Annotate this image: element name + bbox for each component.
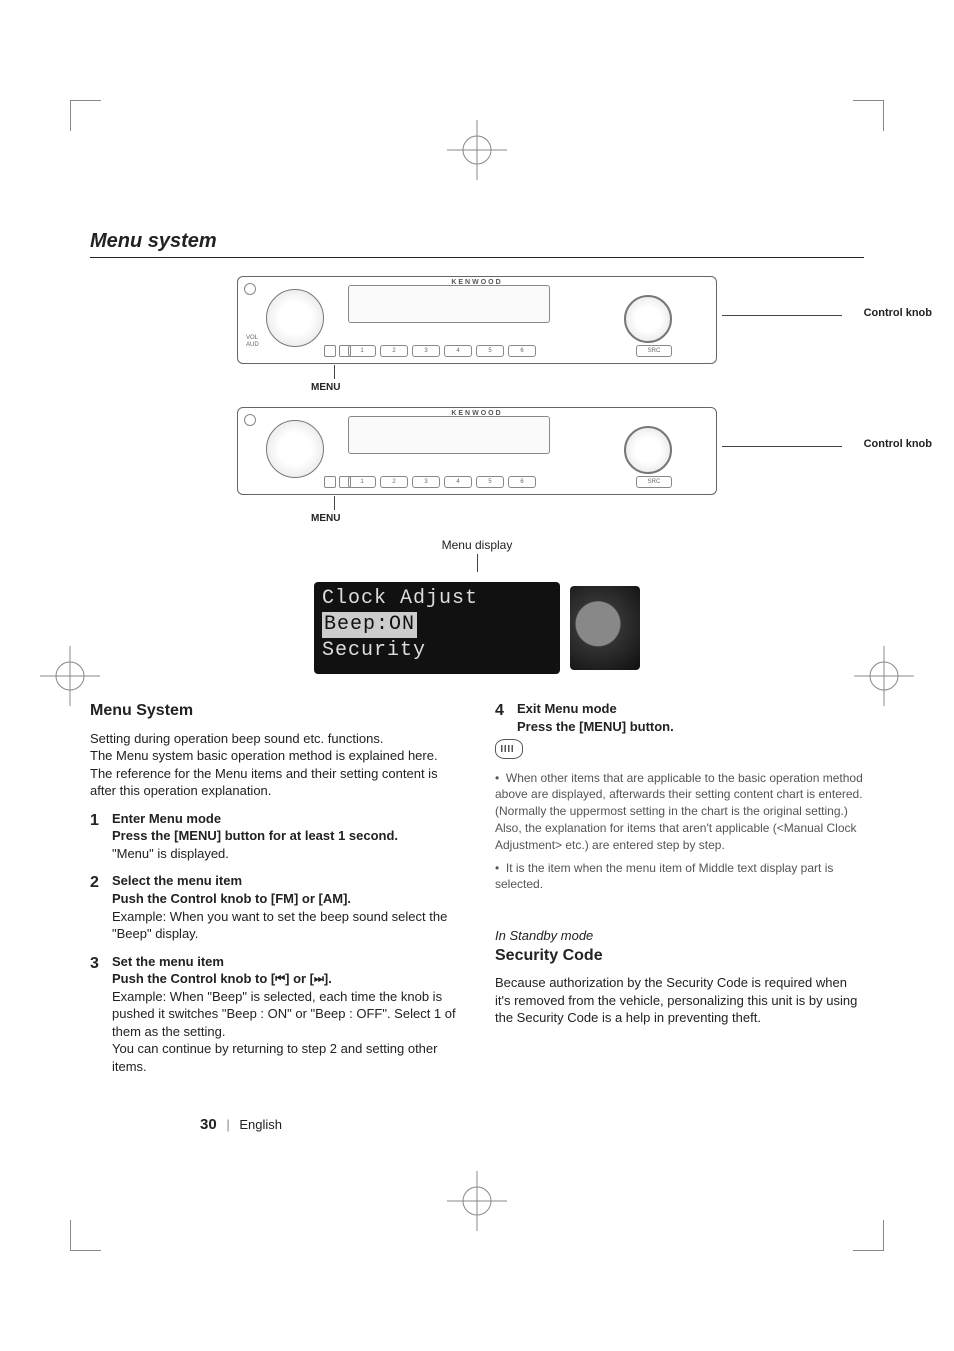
security-code-heading: Security Code [495, 945, 864, 967]
lcd-screenshot: Clock Adjust Beep:ON Security [314, 582, 560, 674]
callout-line [722, 315, 842, 316]
note-icon [495, 739, 523, 759]
step-3: 3 Set the menu item Push the Control kno… [90, 953, 459, 1076]
callout-line [722, 446, 842, 447]
crop-mark [853, 1220, 884, 1251]
forward-icon: ⏭ [314, 974, 324, 985]
page-footer: 30 | English [200, 1116, 282, 1133]
rewind-icon: ⏮ [275, 974, 285, 985]
note-bullet: • When other items that are applicable t… [495, 770, 864, 854]
control-knob-icon [624, 426, 672, 474]
left-column: Menu System Setting during operation bee… [90, 700, 459, 1075]
crop-mark [70, 1220, 101, 1251]
registration-mark-icon [447, 120, 507, 180]
step-instruction: Press the [MENU] button for at least 1 s… [112, 827, 459, 845]
device-diagram-group: KENWOOD Control knob VOLAUD 1 2 3 4 5 6 [237, 276, 717, 674]
small-buttons [324, 476, 351, 488]
menu-system-heading: Menu System [90, 700, 459, 722]
step-tail: You can continue by returning to step 2 … [112, 1040, 459, 1075]
security-code-body: Because authorization by the Security Co… [495, 974, 864, 1027]
step-instruction: Push the Control knob to [⏮] or [⏭]. [112, 970, 459, 988]
section-title: Menu system [90, 230, 864, 258]
menu-callout-label: MENU [311, 513, 717, 524]
registration-mark-icon [447, 1171, 507, 1231]
step-body: "Menu" is displayed. [112, 845, 459, 863]
step-number: 3 [90, 953, 104, 1076]
step-4: 4 Exit Menu mode Press the [MENU] button… [495, 700, 864, 735]
intro-paragraph: The Menu system basic operation method i… [90, 747, 459, 800]
menu-display-caption: Menu display [237, 538, 717, 552]
lcd-icon [348, 416, 550, 454]
preset-buttons: 1 2 3 4 5 6 [348, 476, 536, 488]
vol-label: VOLAUD [246, 335, 259, 349]
step-title: Select the menu item [112, 872, 459, 890]
lcd-icon [348, 285, 550, 323]
step-number: 4 [495, 700, 509, 735]
step-number: 2 [90, 872, 104, 942]
step-instruction: Press the [MENU] button. [517, 718, 864, 736]
page-number: 30 [200, 1116, 217, 1133]
port-icon [244, 283, 256, 295]
volume-knob-icon [266, 289, 324, 347]
lcd-line: Clock Adjust [322, 586, 552, 612]
lcd-line: Security [322, 638, 552, 664]
radio-unit-diagram: KENWOOD Control knob VOLAUD 1 2 3 4 5 6 [237, 276, 717, 364]
step-body: Example: When "Beep" is selected, each t… [112, 988, 459, 1041]
callout-line [334, 496, 335, 510]
intro-paragraph: Setting during operation beep sound etc.… [90, 730, 459, 748]
step-title: Set the menu item [112, 953, 459, 971]
control-knob-label: Control knob [864, 307, 932, 319]
step-instruction: Push the Control knob to [FM] or [AM]. [112, 890, 459, 908]
step-2: 2 Select the menu item Push the Control … [90, 872, 459, 942]
control-knob-photo [570, 586, 640, 670]
step-body: Example: When you want to set the beep s… [112, 908, 459, 943]
volume-knob-icon [266, 420, 324, 478]
src-button-icon: SRC [636, 476, 672, 488]
step-title: Exit Menu mode [517, 700, 864, 718]
callout-line [334, 365, 335, 379]
radio-unit-diagram: KENWOOD Control knob 1 2 3 4 5 6 SRC [237, 407, 717, 495]
menu-callout-label: MENU [311, 382, 717, 393]
right-column: 4 Exit Menu mode Press the [MENU] button… [495, 700, 864, 1075]
crop-mark [853, 100, 884, 131]
step-number: 1 [90, 810, 104, 863]
note-bullet: • It is the item when the menu item of M… [495, 860, 864, 894]
src-button-icon: SRC [636, 345, 672, 357]
step-title: Enter Menu mode [112, 810, 459, 828]
port-icon [244, 414, 256, 426]
control-knob-icon [624, 295, 672, 343]
mode-label: In Standby mode [495, 927, 864, 945]
step-1: 1 Enter Menu mode Press the [MENU] butto… [90, 810, 459, 863]
callout-line [477, 554, 478, 572]
control-knob-label: Control knob [864, 438, 932, 450]
lcd-line-highlighted: Beep:ON [322, 612, 417, 638]
preset-buttons: 1 2 3 4 5 6 [348, 345, 536, 357]
crop-mark [70, 100, 101, 131]
page-language: English [239, 1117, 282, 1132]
small-buttons [324, 345, 351, 357]
